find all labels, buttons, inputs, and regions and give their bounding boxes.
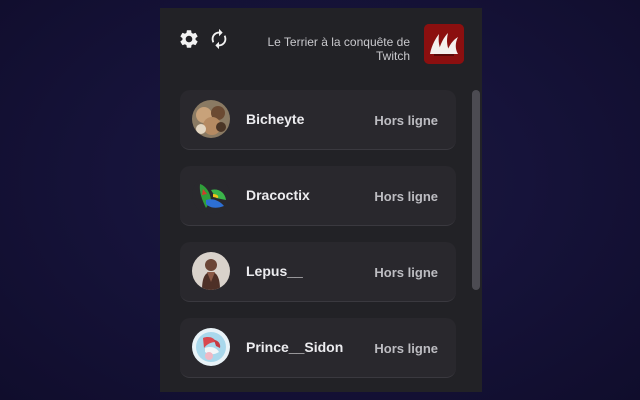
channel-logo[interactable] (424, 24, 464, 64)
claw-logo-icon (424, 24, 464, 64)
streamer-card[interactable]: Lepus__ Hors ligne (180, 242, 456, 302)
refresh-icon (211, 28, 227, 50)
channel-title: Le Terrier à la conquête de Twitch (267, 35, 410, 63)
avatar (192, 328, 230, 366)
streamer-name: Bicheyte (246, 111, 305, 127)
streamers-panel: Le Terrier à la conquête de Twitch Biche… (160, 8, 482, 392)
streamer-status: Hors ligne (374, 265, 438, 280)
settings-button[interactable] (178, 28, 200, 50)
scrollbar-thumb[interactable] (472, 90, 480, 290)
streamer-list: Bicheyte Hors ligne Dracoctix Hors ligne (160, 90, 482, 392)
gear-icon (180, 30, 198, 48)
avatar (192, 252, 230, 290)
streamer-status: Hors ligne (374, 341, 438, 356)
streamer-card[interactable]: Dracoctix Hors ligne (180, 166, 456, 226)
streamer-name: Dracoctix (246, 187, 310, 203)
streamer-name: Prince__Sidon (246, 339, 344, 355)
streamer-status: Hors ligne (374, 113, 438, 128)
panel-header: Le Terrier à la conquête de Twitch (160, 8, 482, 78)
streamer-card[interactable]: Bicheyte Hors ligne (180, 90, 456, 150)
streamer-name: Lepus__ (246, 263, 303, 279)
avatar (192, 176, 230, 214)
streamer-status: Hors ligne (374, 189, 438, 204)
refresh-button[interactable] (208, 28, 230, 50)
avatar (192, 100, 230, 138)
streamer-card[interactable]: Prince__Sidon Hors ligne (180, 318, 456, 378)
